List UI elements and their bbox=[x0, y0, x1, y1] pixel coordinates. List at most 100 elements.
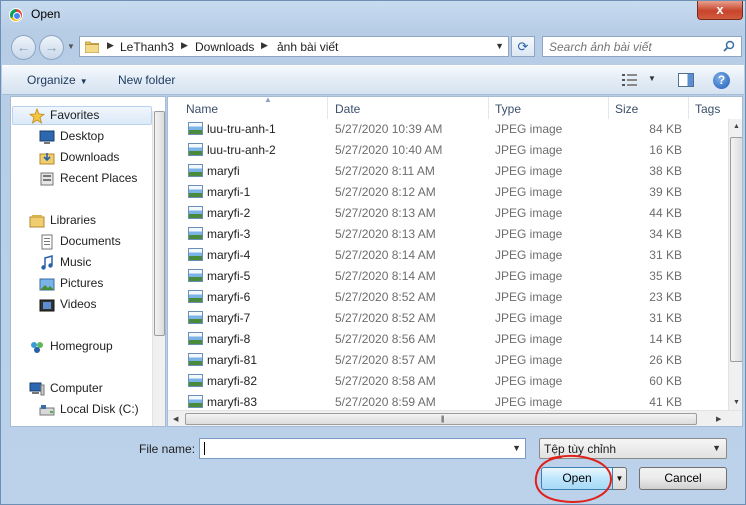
file-row[interactable]: maryfi-3 5/27/2020 8:13 AM JPEG image 34 KB bbox=[168, 224, 728, 245]
file-name-cell: maryfi-1 bbox=[207, 185, 251, 199]
sidebar-item-music[interactable]: Music bbox=[39, 253, 149, 273]
organize-button[interactable]: Organize ▼ bbox=[27, 73, 88, 87]
sidebar-item-favorites[interactable]: Favorites bbox=[29, 106, 149, 126]
file-row[interactable]: maryfi-1 5/27/2020 8:12 AM JPEG image 39 KB bbox=[168, 182, 728, 203]
sidebar-item-desktop[interactable]: Desktop bbox=[39, 127, 149, 147]
file-type-cell: JPEG image bbox=[495, 395, 563, 409]
file-date-cell: 5/27/2020 8:56 AM bbox=[335, 332, 436, 346]
breadcrumb-downloads[interactable]: Downloads bbox=[195, 40, 254, 54]
refresh-button[interactable]: ⟳ bbox=[511, 36, 535, 57]
file-name-input[interactable] bbox=[200, 439, 505, 458]
file-type-cell: JPEG image bbox=[495, 332, 563, 346]
sidebar-item-recent-places[interactable]: Recent Places bbox=[39, 169, 149, 189]
videos-icon bbox=[39, 299, 55, 312]
search-box[interactable] bbox=[542, 36, 742, 57]
file-size-cell: 31 KB bbox=[649, 248, 682, 262]
file-list-horizontal-scrollbar[interactable]: ◀ ||| ▶ bbox=[168, 410, 742, 426]
refresh-icon: ⟳ bbox=[517, 39, 529, 54]
file-date-cell: 5/27/2020 8:13 AM bbox=[335, 227, 436, 241]
music-icon bbox=[41, 255, 53, 270]
file-row[interactable]: maryfi-5 5/27/2020 8:14 AM JPEG image 35 KB bbox=[168, 266, 728, 287]
breadcrumb-lethanh3[interactable]: LeThanh3 bbox=[120, 40, 174, 54]
file-row[interactable]: maryfi-8 5/27/2020 8:56 AM JPEG image 14 KB bbox=[168, 329, 728, 350]
documents-icon bbox=[41, 234, 53, 250]
file-name-cell: maryfi-4 bbox=[207, 248, 251, 262]
file-size-cell: 26 KB bbox=[649, 353, 682, 367]
file-row[interactable]: maryfi-7 5/27/2020 8:52 AM JPEG image 31 KB bbox=[168, 308, 728, 329]
file-size-cell: 31 KB bbox=[649, 311, 682, 325]
breadcrumb-separator-icon[interactable]: ▶ bbox=[181, 40, 188, 51]
address-dropdown-icon[interactable]: ▼ bbox=[495, 41, 504, 51]
file-name-dropdown-icon[interactable]: ▼ bbox=[512, 443, 521, 453]
file-name-combobox[interactable]: ▼ bbox=[199, 438, 526, 459]
file-name-label: File name: bbox=[139, 442, 196, 456]
desktop-icon bbox=[39, 130, 55, 144]
file-row[interactable]: maryfi-81 5/27/2020 8:57 AM JPEG image 26 K… bbox=[168, 350, 728, 371]
file-row[interactable]: maryfi 5/27/2020 8:11 AM JPEG image 38 KB bbox=[168, 161, 728, 182]
chevron-down-icon: ▼ bbox=[712, 443, 721, 453]
scroll-up-icon[interactable]: ▲ bbox=[733, 123, 740, 130]
sidebar-item-libraries[interactable]: Libraries bbox=[29, 211, 149, 231]
file-name-cell: maryfi-82 bbox=[207, 374, 258, 388]
scroll-down-icon[interactable]: ▼ bbox=[733, 399, 740, 406]
sidebar-item-downloads[interactable]: Downloads bbox=[39, 148, 149, 168]
breadcrumb-current-folder[interactable]: ảnh bài viết bbox=[277, 40, 338, 54]
column-header-name[interactable]: Name ▲ bbox=[180, 97, 328, 119]
image-file-icon bbox=[188, 332, 203, 345]
scroll-right-icon[interactable]: ▶ bbox=[716, 415, 721, 423]
forward-button[interactable]: → bbox=[39, 35, 64, 60]
image-file-icon bbox=[188, 311, 203, 324]
file-row[interactable]: maryfi-82 5/27/2020 8:58 AM JPEG image 60 K… bbox=[168, 371, 728, 392]
image-file-icon bbox=[188, 164, 203, 177]
close-button[interactable]: x bbox=[697, 1, 743, 20]
sidebar-item-homegroup[interactable]: Homegroup bbox=[29, 337, 149, 357]
new-folder-button[interactable]: New folder bbox=[118, 73, 175, 87]
cancel-button[interactable]: Cancel bbox=[639, 467, 727, 490]
file-type-cell: JPEG image bbox=[495, 227, 563, 241]
nav-scrollbar[interactable] bbox=[152, 111, 165, 426]
recent-pages-dropdown-icon[interactable]: ▼ bbox=[67, 42, 75, 51]
address-bar[interactable]: ▶ LeThanh3 ▶ Downloads ▶ ảnh bài viết ▼ bbox=[79, 36, 509, 57]
image-file-icon bbox=[188, 269, 203, 282]
horizontal-scrollbar-thumb[interactable]: ||| bbox=[185, 413, 697, 425]
change-view-icon[interactable] bbox=[622, 74, 638, 86]
libraries-icon bbox=[29, 215, 45, 228]
column-header-type[interactable]: Type bbox=[489, 97, 609, 119]
vertical-scrollbar-thumb[interactable] bbox=[730, 137, 742, 362]
recent-places-icon bbox=[40, 172, 54, 186]
image-file-icon bbox=[188, 206, 203, 219]
file-date-cell: 5/27/2020 8:12 AM bbox=[335, 185, 436, 199]
help-icon[interactable]: ? bbox=[713, 72, 730, 89]
file-row[interactable]: maryfi-2 5/27/2020 8:13 AM JPEG image 44 KB bbox=[168, 203, 728, 224]
file-name-cell: luu-tru-anh-1 bbox=[207, 122, 276, 136]
search-icon[interactable] bbox=[723, 40, 735, 52]
image-file-icon bbox=[188, 248, 203, 261]
file-row[interactable]: luu-tru-anh-2 5/27/2020 10:40 AM JPEG imag… bbox=[168, 140, 728, 161]
sidebar-item-videos[interactable]: Videos bbox=[39, 295, 149, 315]
breadcrumb-separator-icon[interactable]: ▶ bbox=[261, 40, 268, 51]
sidebar-item-pictures[interactable]: Pictures bbox=[39, 274, 149, 294]
command-bar: Organize ▼ New folder ▼ ? bbox=[2, 65, 744, 95]
file-name-cell: maryfi-5 bbox=[207, 269, 251, 283]
back-button[interactable]: ← bbox=[11, 35, 36, 60]
sidebar-item-documents[interactable]: Documents bbox=[39, 232, 149, 252]
file-size-cell: 41 KB bbox=[649, 395, 682, 409]
sidebar-item-local-disk-c[interactable]: Local Disk (C:) bbox=[39, 400, 149, 420]
column-header-tags[interactable]: Tags bbox=[689, 97, 729, 119]
column-header-size[interactable]: Size bbox=[609, 97, 689, 119]
star-icon bbox=[29, 108, 45, 124]
breadcrumb-separator-icon[interactable]: ▶ bbox=[107, 40, 114, 51]
preview-pane-icon[interactable] bbox=[678, 73, 694, 87]
file-row[interactable]: maryfi-6 5/27/2020 8:52 AM JPEG image 23 KB bbox=[168, 287, 728, 308]
view-options-dropdown-icon[interactable]: ▼ bbox=[648, 74, 656, 83]
scroll-left-icon[interactable]: ◀ bbox=[173, 415, 178, 423]
column-header-date[interactable]: Date bbox=[329, 97, 489, 119]
search-input[interactable] bbox=[543, 37, 719, 56]
file-size-cell: 84 KB bbox=[649, 122, 682, 136]
file-date-cell: 5/27/2020 8:52 AM bbox=[335, 311, 436, 325]
file-list-vertical-scrollbar[interactable]: ▲ ▼ bbox=[728, 119, 742, 410]
nav-scrollbar-thumb[interactable] bbox=[154, 111, 165, 336]
file-row[interactable]: luu-tru-anh-1 5/27/2020 10:39 AM JPEG imag… bbox=[168, 119, 728, 140]
file-row[interactable]: maryfi-4 5/27/2020 8:14 AM JPEG image 31 KB bbox=[168, 245, 728, 266]
sidebar-item-computer[interactable]: Computer bbox=[29, 379, 149, 399]
